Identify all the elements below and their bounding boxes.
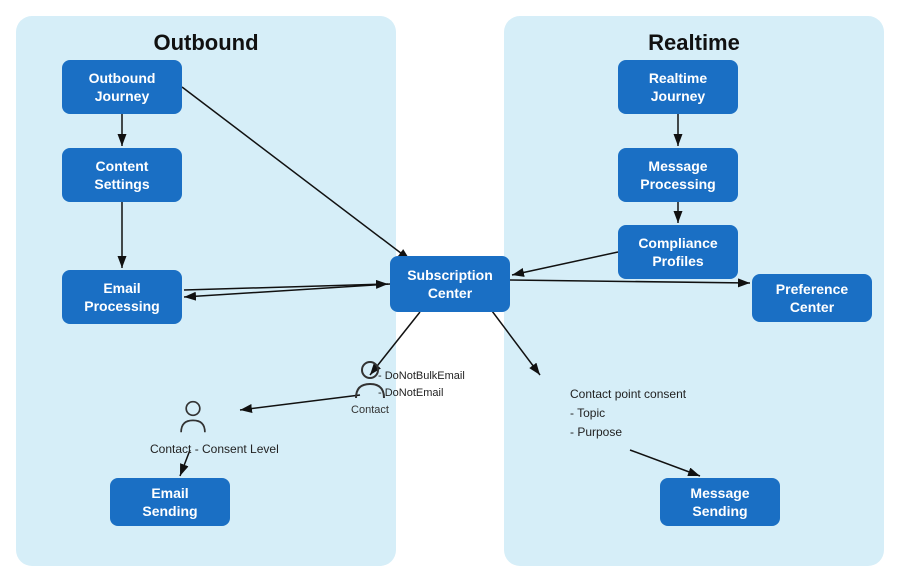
contact-right-title: Contact point consent [570,385,686,404]
contact-right-labels: Contact point consent - Topic - Purpose [570,385,686,443]
email-processing-box[interactable]: Email Processing [62,270,182,324]
contact-right-topic: - Topic [570,404,686,423]
contact-center-label: Contact [351,404,389,416]
message-sending-box[interactable]: Message Sending [660,478,780,526]
contact-left-person [168,400,218,436]
preference-center-box[interactable]: Preference Center [752,274,872,322]
realtime-journey-box[interactable]: Realtime Journey [618,60,738,114]
message-processing-box[interactable]: Message Processing [618,148,738,202]
contact-field-2: - DoNotEmail [378,385,465,402]
compliance-profiles-box[interactable]: Compliance Profiles [618,225,738,279]
contact-left-label: Contact - Consent Level [150,440,279,459]
realtime-title: Realtime [504,16,884,56]
contact-field-1: - DoNotBulkEmail [378,368,465,385]
email-sending-box[interactable]: Email Sending [110,478,230,526]
contact-fields: - DoNotBulkEmail - DoNotEmail [378,368,465,401]
contact-left-icon [179,400,207,434]
outbound-title: Outbound [16,16,396,56]
subscription-center-box[interactable]: Subscription Center [390,256,510,312]
contact-right-purpose: - Purpose [570,423,686,442]
content-settings-box[interactable]: Content Settings [62,148,182,202]
outbound-journey-box[interactable]: Outbound Journey [62,60,182,114]
diagram-container: Outbound Realtime [0,0,900,582]
